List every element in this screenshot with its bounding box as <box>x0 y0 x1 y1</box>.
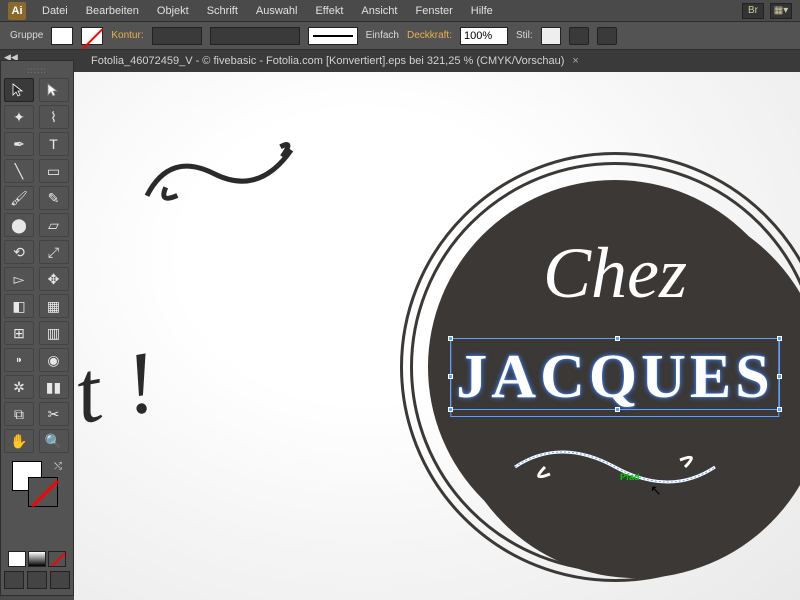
app-icon: Ai <box>8 2 26 20</box>
selection-handle[interactable] <box>448 374 453 379</box>
graph-tool[interactable]: ▮▮ <box>39 375 69 399</box>
close-tab-icon[interactable]: × <box>572 55 578 67</box>
eyedropper-tool[interactable]: ⁍ <box>4 348 34 372</box>
toolbox-handle[interactable]: :::::: <box>4 65 70 75</box>
stroke-style-label: Einfach <box>366 30 399 41</box>
fill-stroke-indicator[interactable]: ⤭ <box>4 459 70 507</box>
menu-type[interactable]: Schrift <box>199 2 246 20</box>
layout-button[interactable]: ▦▾ <box>770 3 792 19</box>
menu-effect[interactable]: Effekt <box>307 2 351 20</box>
bridge-button[interactable]: Br <box>742 3 764 19</box>
selection-handle[interactable] <box>777 407 782 412</box>
align-icon[interactable] <box>597 27 617 45</box>
color-mode-solid[interactable] <box>8 551 26 567</box>
hand-tool[interactable]: ✋ <box>4 429 34 453</box>
style-label: Stil: <box>516 30 533 41</box>
selection-handle[interactable] <box>615 407 620 412</box>
rectangle-tool[interactable]: ▭ <box>39 159 69 183</box>
color-mode-gradient[interactable] <box>28 551 46 567</box>
menu-window[interactable]: Fenster <box>407 2 460 20</box>
rotate-tool[interactable]: ⟲ <box>4 240 34 264</box>
recolor-icon[interactable] <box>569 27 589 45</box>
selection-handle[interactable] <box>448 407 453 412</box>
magic-wand-tool[interactable]: ✦ <box>4 105 34 129</box>
zoom-tool[interactable]: 🔍 <box>39 429 69 453</box>
line-tool[interactable]: ╲ <box>4 159 34 183</box>
menu-view[interactable]: Ansicht <box>353 2 405 20</box>
fill-swatch[interactable] <box>51 27 73 45</box>
artboard-tool[interactable]: ⧉ <box>4 402 34 426</box>
free-transform-tool[interactable]: ✥ <box>39 267 69 291</box>
variable-width-dropdown[interactable] <box>210 27 300 45</box>
stroke-label: Kontur: <box>111 30 143 41</box>
brush-tool[interactable]: 🖌 <box>4 186 34 210</box>
draw-mode-normal[interactable] <box>4 571 24 589</box>
stroke-color[interactable] <box>28 477 58 507</box>
toolbox: :::::: ✦ ⌇ ✒ T ╲ ▭ 🖌 ✎ ⬤ ▱ ⟲ ⤢ ▻ ✥ ◧ ▦ ⊞… <box>0 60 74 596</box>
menu-help[interactable]: Hilfe <box>463 2 501 20</box>
swap-fill-stroke-icon[interactable]: ⤭ <box>54 461 62 472</box>
color-mode-none[interactable] <box>48 551 66 567</box>
smart-guide-hint: Pfad <box>620 472 640 482</box>
blend-tool[interactable]: ◉ <box>39 348 69 372</box>
document-tab[interactable]: Fotolia_46072459_V - © fivebasic - Fotol… <box>85 52 585 70</box>
badge-text-chez: Chez <box>543 232 687 315</box>
type-tool[interactable]: T <box>39 132 69 156</box>
selection-handle[interactable] <box>777 336 782 341</box>
eraser-tool[interactable]: ▱ <box>39 213 69 237</box>
canvas[interactable]: n tit ! Chez JACQUES <box>74 72 800 600</box>
gradient-tool[interactable]: ▥ <box>39 321 69 345</box>
selection-handle[interactable] <box>615 336 620 341</box>
document-title: Fotolia_46072459_V - © fivebasic - Fotol… <box>91 55 564 67</box>
selection-handle[interactable] <box>448 336 453 341</box>
stroke-weight-dropdown[interactable] <box>152 27 202 45</box>
mesh-tool[interactable]: ⊞ <box>4 321 34 345</box>
pen-tool[interactable]: ✒ <box>4 132 34 156</box>
pencil-tool[interactable]: ✎ <box>39 186 69 210</box>
scale-tool[interactable]: ⤢ <box>39 240 69 264</box>
screen-mode-row <box>4 571 70 589</box>
draw-mode-inside[interactable] <box>50 571 70 589</box>
selection-handle[interactable] <box>777 374 782 379</box>
control-bar: Gruppe Kontur: Einfach Deckkraft: 100% S… <box>0 22 800 50</box>
menu-object[interactable]: Objekt <box>149 2 197 20</box>
opacity-label: Deckkraft: <box>407 30 452 41</box>
menu-select[interactable]: Auswahl <box>248 2 306 20</box>
stroke-style-preview[interactable] <box>308 27 358 45</box>
direct-selection-tool[interactable] <box>39 78 69 102</box>
stroke-swatch[interactable] <box>81 27 103 45</box>
menu-bar: Ai Datei Bearbeiten Objekt Schrift Auswa… <box>0 0 800 22</box>
symbol-sprayer-tool[interactable]: ✲ <box>4 375 34 399</box>
opacity-input[interactable]: 100% <box>460 27 508 45</box>
color-mode-row <box>4 551 70 567</box>
shape-builder-tool[interactable]: ◧ <box>4 294 34 318</box>
lasso-tool[interactable]: ⌇ <box>39 105 69 129</box>
document-tab-bar: Fotolia_46072459_V - © fivebasic - Fotol… <box>0 50 800 72</box>
blob-brush-tool[interactable]: ⬤ <box>4 213 34 237</box>
width-tool[interactable]: ▻ <box>4 267 34 291</box>
badge-logo: Chez JACQUES Pfad ↖ <box>400 152 800 582</box>
selection-bounding-box[interactable] <box>450 338 780 410</box>
cursor-icon: ↖ <box>650 482 662 499</box>
menu-file[interactable]: Datei <box>34 2 76 20</box>
selection-type-label: Gruppe <box>10 30 43 41</box>
selection-tool[interactable] <box>4 78 34 102</box>
badge-ornament <box>505 442 725 492</box>
menu-edit[interactable]: Bearbeiten <box>78 2 147 20</box>
graphic-style-swatch[interactable] <box>541 27 561 45</box>
draw-mode-behind[interactable] <box>27 571 47 589</box>
perspective-tool[interactable]: ▦ <box>39 294 69 318</box>
slice-tool[interactable]: ✂ <box>39 402 69 426</box>
